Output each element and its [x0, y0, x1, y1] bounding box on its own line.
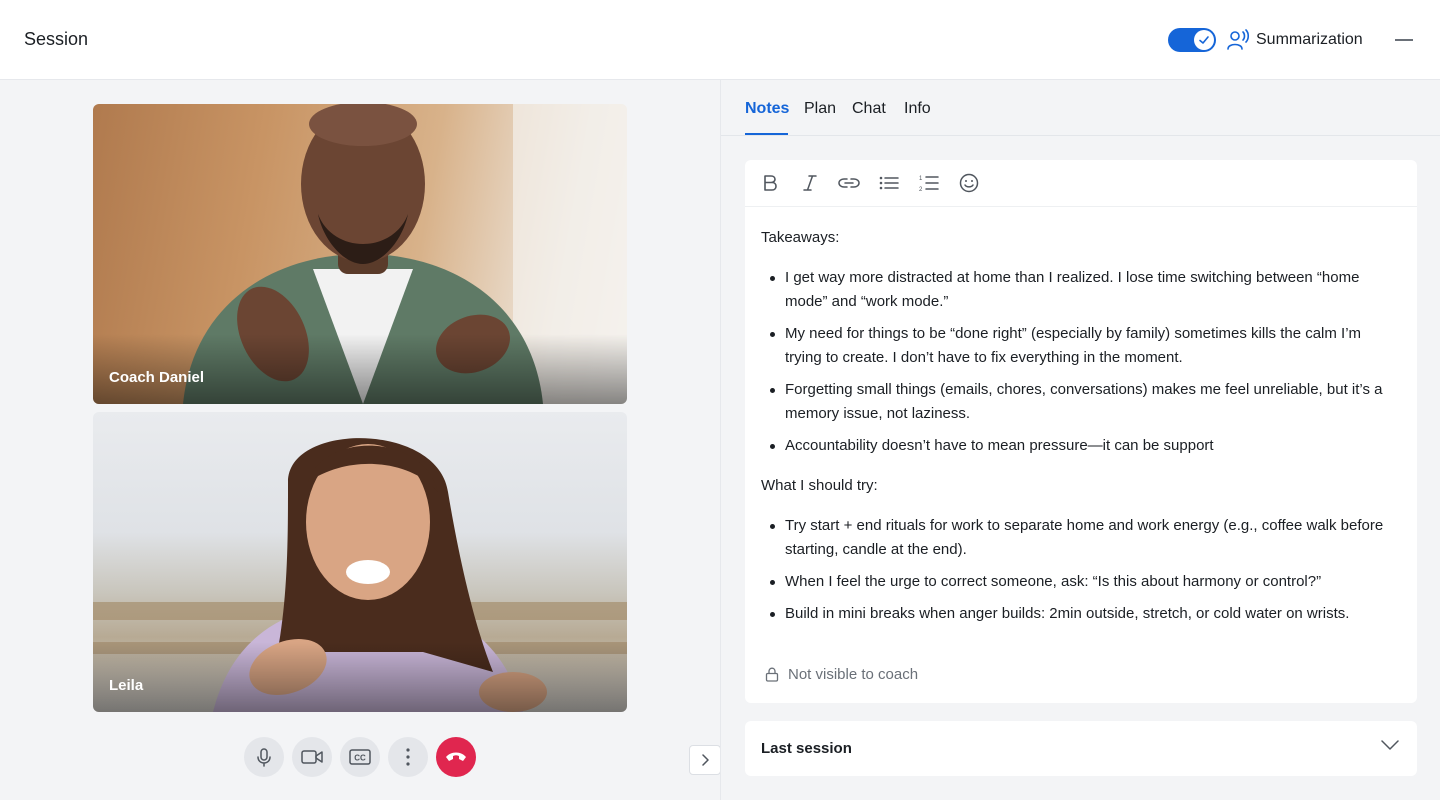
captions-button[interactable]: CC [340, 737, 380, 777]
video-tile-self[interactable]: Leila [93, 412, 627, 712]
end-call-button[interactable] [436, 737, 476, 777]
list-item: When I feel the urge to correct someone,… [761, 570, 1401, 594]
italic-button[interactable] [799, 172, 821, 194]
list-item: Forgetting small things (emails, chores,… [761, 378, 1401, 426]
tab-chat[interactable]: Chat [852, 100, 886, 118]
list-item: Build in mini breaks when anger builds: … [761, 602, 1401, 626]
bullet-list-button[interactable] [878, 172, 900, 194]
list-item: My need for things to be “done right” (e… [761, 322, 1401, 370]
summarization-toggle[interactable] [1168, 28, 1216, 52]
numbered-list-button[interactable]: 12 [918, 172, 940, 194]
svg-text:2: 2 [919, 187, 923, 192]
end-call-icon [446, 752, 466, 761]
last-session-label: Last session [761, 740, 852, 757]
check-icon [1199, 36, 1209, 44]
summarization-label: Summarization [1256, 31, 1363, 48]
page-title: Session [24, 29, 89, 49]
link-button[interactable] [838, 172, 860, 194]
svg-text:1: 1 [919, 176, 923, 182]
video-tile-coach[interactable]: Coach Daniel [93, 104, 627, 404]
try-heading: What I should try: [761, 477, 878, 494]
notes-content[interactable]: Takeaways: I get way more distracted at … [761, 226, 1401, 642]
italic-icon [803, 175, 817, 191]
collapse-panel-button[interactable] [689, 745, 721, 775]
voice-summary-icon [1227, 29, 1250, 50]
link-icon [838, 178, 860, 188]
panel-tabs: Notes Plan Chat Info [721, 80, 1440, 136]
bold-button[interactable] [759, 172, 781, 194]
microphone-icon [257, 748, 271, 767]
emoji-button[interactable] [958, 172, 980, 194]
camera-icon [301, 750, 323, 764]
participant-name: Leila [109, 677, 144, 694]
privacy-note: Not visible to coach [765, 666, 918, 683]
chevron-down-icon[interactable] [1381, 740, 1399, 750]
minimize-button[interactable] [1395, 39, 1413, 41]
video-area: Coach Daniel Leila CC [0, 80, 721, 800]
call-controls: CC [244, 737, 476, 777]
editor-toolbar: 12 [745, 160, 1417, 207]
takeaways-heading: Takeaways: [761, 229, 840, 246]
try-list: Try start + end rituals for work to sepa… [761, 514, 1401, 626]
lock-icon [765, 667, 779, 682]
toggle-knob [1194, 30, 1214, 50]
list-item: Accountability doesn’t have to mean pres… [761, 434, 1401, 458]
last-session-accordion[interactable]: Last session [745, 721, 1417, 776]
mute-button[interactable] [244, 737, 284, 777]
captions-icon: CC [349, 749, 371, 765]
active-tab-indicator [745, 133, 788, 135]
notes-editor: 12 Takeaways: I get way more distracted … [745, 160, 1417, 703]
participant-name: Coach Daniel [109, 369, 205, 386]
emoji-icon [959, 173, 979, 193]
side-panel: Notes Plan Chat Info 12 Takeaways: I get… [720, 80, 1440, 800]
svg-text:CC: CC [354, 754, 366, 763]
bullet-list-icon [879, 176, 899, 190]
tab-plan[interactable]: Plan [804, 100, 836, 118]
tile-shade [93, 642, 627, 712]
header-bar: Session Summarization [0, 0, 1440, 80]
privacy-note-label: Not visible to coach [788, 666, 919, 683]
chevron-right-icon [702, 754, 709, 766]
more-icon [406, 748, 410, 766]
more-options-button[interactable] [388, 737, 428, 777]
list-item: I get way more distracted at home than I… [761, 266, 1401, 314]
tab-notes[interactable]: Notes [745, 100, 789, 118]
numbered-list-icon: 12 [919, 176, 939, 192]
takeaways-list: I get way more distracted at home than I… [761, 266, 1401, 458]
bold-icon [764, 175, 777, 191]
list-item: Try start + end rituals for work to sepa… [761, 514, 1401, 562]
camera-button[interactable] [292, 737, 332, 777]
tab-info[interactable]: Info [904, 100, 931, 118]
